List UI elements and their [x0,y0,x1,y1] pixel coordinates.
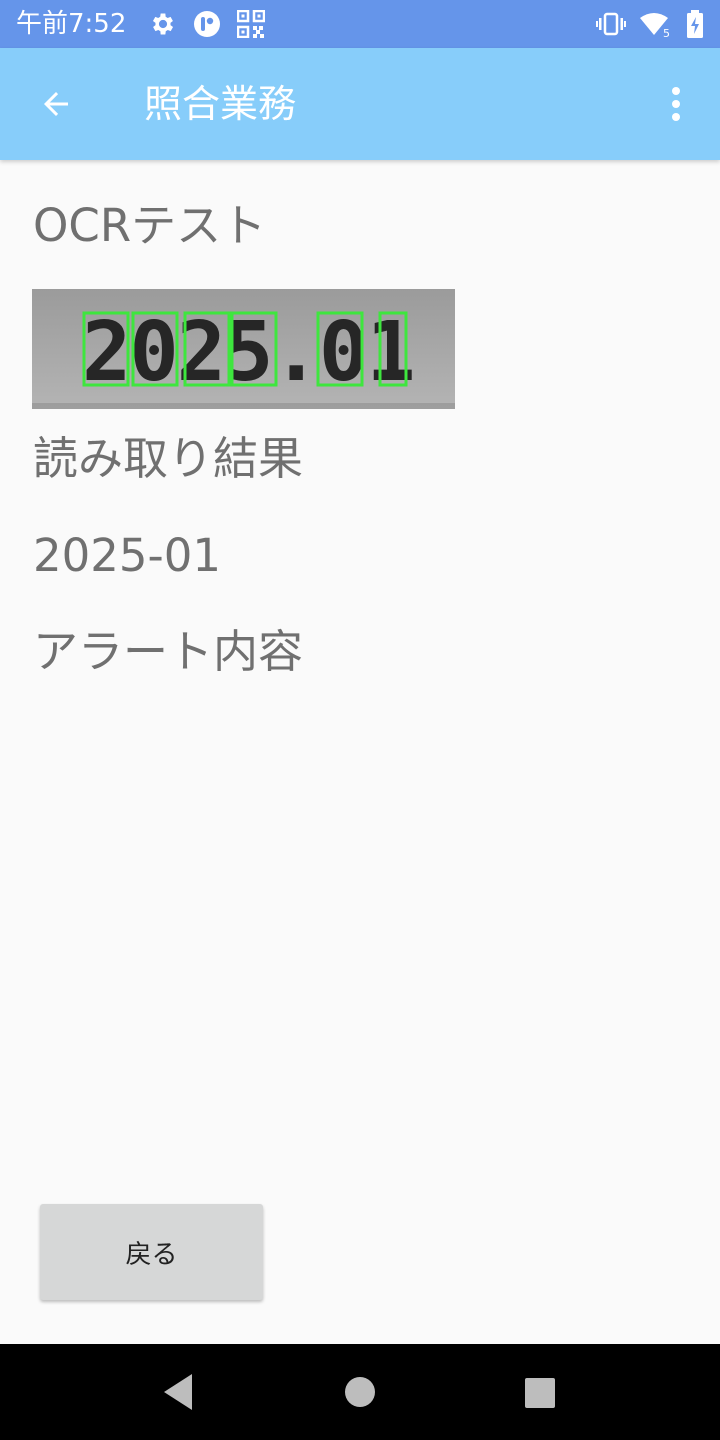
qr-code-icon [237,10,265,38]
result-value: 2025-01 [33,529,222,582]
screen: 午前7:52 5 照合業務 OCRテスト 2025.01 読み取り結果 2025… [0,0,720,1440]
app-notification-icon [193,10,221,38]
arrow-left-icon [44,92,68,116]
result-label: 読み取り結果 [33,432,304,485]
battery-charging-icon [686,10,704,38]
ocr-test-label: OCRテスト [33,199,267,252]
status-bar: 午前7:52 5 [0,0,720,48]
status-time: 午前7:52 [16,9,127,39]
settings-gear-icon [149,10,177,38]
home-circle-icon[interactable] [344,1376,376,1408]
navigation-bar [0,1344,720,1440]
return-button[interactable]: 戻る [40,1204,263,1300]
overflow-menu-button[interactable] [652,72,700,136]
recents-square-icon[interactable] [524,1377,556,1409]
back-triangle-icon[interactable] [162,1372,194,1412]
wifi-badge: 5 [663,27,670,38]
vibrate-icon [596,12,626,36]
back-button[interactable] [24,72,88,136]
wifi-icon: 5 [639,12,673,38]
ocr-capture-image: 2025.01 [32,289,455,409]
alert-label: アラート内容 [33,625,304,678]
app-bar: 照合業務 [0,48,720,160]
page-title: 照合業務 [144,82,297,126]
more-vert-icon [672,87,680,121]
